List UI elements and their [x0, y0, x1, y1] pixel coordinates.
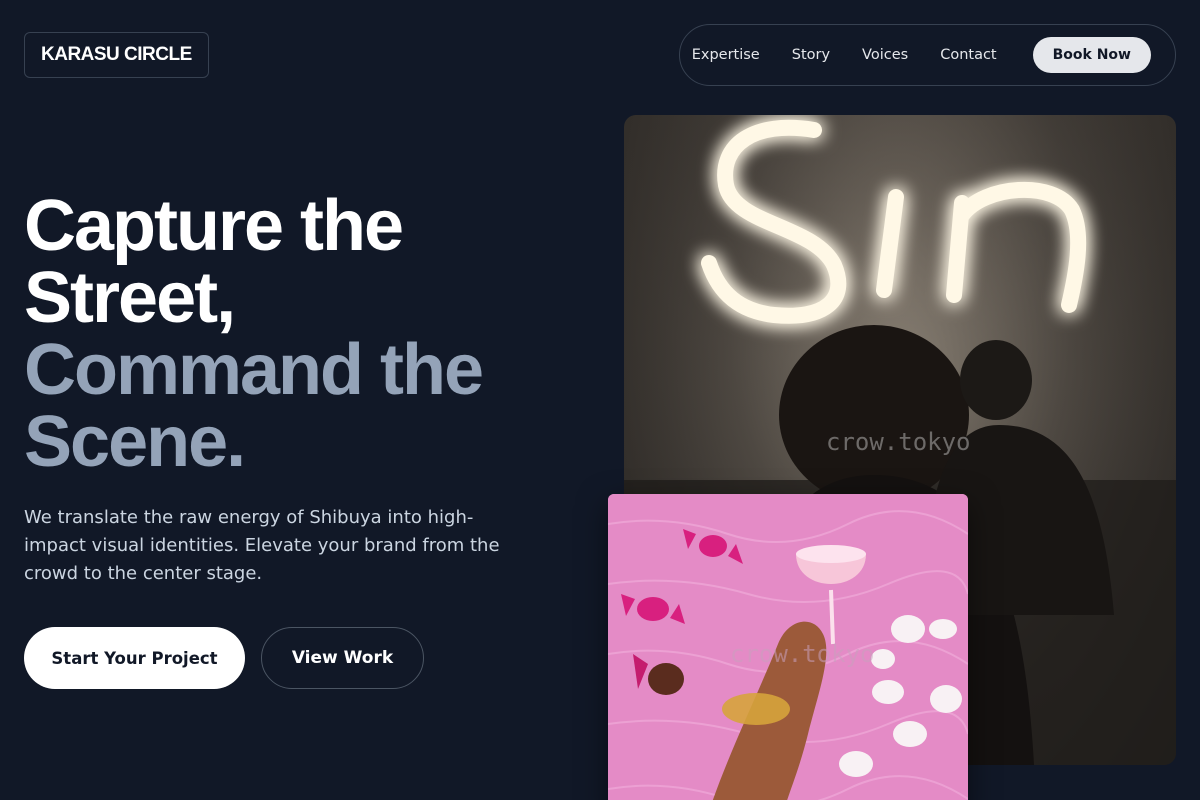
pink-photo-watermark: crow.tokyo [730, 640, 875, 668]
brand-logo[interactable]: KARASU CIRCLE [24, 32, 209, 78]
neon-photo-watermark: crow.tokyo [826, 428, 971, 456]
main-nav: Expertise Story Voices Contact Book Now [679, 24, 1176, 86]
hero-subtitle: We translate the raw energy of Shibuya i… [24, 507, 500, 584]
start-project-button[interactable]: Start Your Project [24, 627, 245, 689]
headline-line-1: Capture the [24, 186, 404, 266]
nav-link-story[interactable]: Story [792, 47, 830, 63]
view-work-button[interactable]: View Work [261, 627, 424, 689]
brand-name: KARASU CIRCLE [41, 44, 192, 65]
nav-link-voices[interactable]: Voices [862, 47, 908, 63]
nav-link-expertise[interactable]: Expertise [692, 47, 760, 63]
headline-line-2: Street, [24, 258, 236, 338]
book-now-button[interactable]: Book Now [1032, 37, 1151, 73]
headline-line-4: Scene. [24, 402, 246, 482]
landing-page: KARASU CIRCLE Expertise Story Voices Con… [0, 0, 1200, 800]
nav-link-contact[interactable]: Contact [940, 47, 996, 63]
pink-candy-photo: crow.tokyo [608, 494, 968, 800]
hero-headline: Capture the Street, Command the Scene. [24, 190, 584, 478]
headline-line-3: Command the [24, 330, 484, 410]
